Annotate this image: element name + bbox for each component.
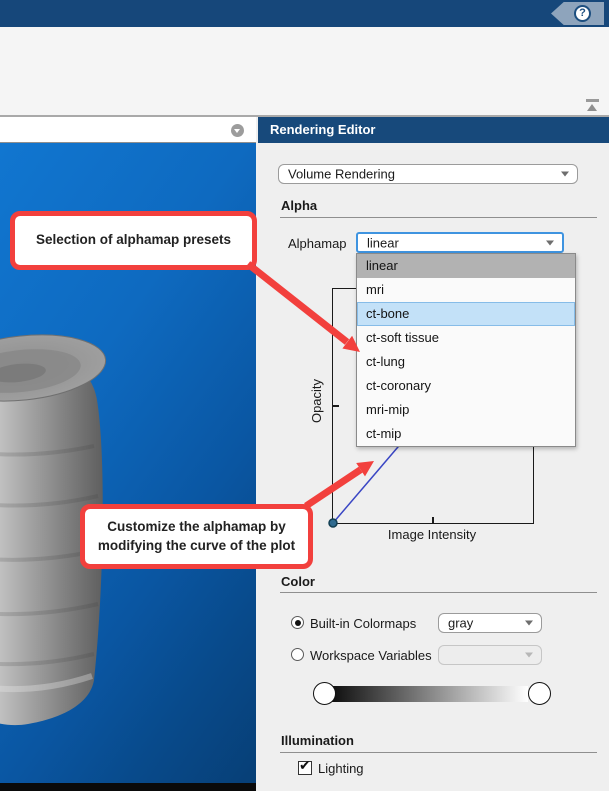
builtin-colormaps-radio[interactable] [291, 616, 304, 629]
option-mri-mip[interactable]: mri-mip [357, 398, 575, 422]
toolstrip-collapsed-area [0, 27, 609, 117]
check-icon: ✔ [299, 758, 311, 774]
option-ct-lung[interactable]: ct-lung [357, 350, 575, 374]
alphamap-value: linear [367, 235, 399, 250]
illumination-section-rule [280, 752, 597, 753]
help-icon[interactable]: ? [574, 5, 591, 22]
chevron-up-icon [587, 104, 597, 111]
colormap-dropdown[interactable]: gray [438, 613, 542, 633]
collapse-bar [586, 99, 599, 102]
callout-alphamap-presets: Selection of alphamap presets [10, 211, 257, 270]
x-axis-tick [432, 517, 434, 523]
radio-dot [294, 619, 301, 626]
option-ct-mip[interactable]: ct-mip [357, 422, 575, 446]
y-axis-tick [333, 405, 339, 407]
rendering-editor-header: Rendering Editor [258, 117, 609, 143]
viewer-bottom-edge [0, 783, 256, 791]
plot-ylabel: Opacity [309, 378, 324, 424]
chevron-down-icon [525, 620, 533, 626]
plot-xlabel: Image Intensity [387, 527, 477, 542]
rendering-mode-value: Volume Rendering [288, 166, 395, 182]
chevron-down-icon[interactable] [231, 124, 244, 137]
gradient-handle-left[interactable] [313, 682, 336, 705]
gradient-handle-right[interactable] [528, 682, 551, 705]
color-section-rule [280, 592, 597, 593]
callout-text: Selection of alphamap presets [35, 232, 232, 248]
callout-text-line2: modifying the curve of the plot [97, 537, 296, 553]
lighting-checkbox[interactable]: ✔ [298, 758, 312, 775]
rendering-mode-dropdown[interactable]: Volume Rendering [278, 164, 578, 184]
illumination-section-title: Illumination [281, 733, 354, 748]
workspace-variable-dropdown [438, 645, 542, 665]
chevron-down-icon [546, 240, 554, 245]
chevron-glyph [234, 129, 240, 133]
collapse-toolstrip-icon[interactable] [586, 99, 599, 111]
workspace-variables-radio[interactable] [291, 648, 304, 661]
option-ct-bone[interactable]: ct-bone [357, 302, 575, 326]
colormap-value: gray [448, 615, 474, 631]
alphamap-label: Alphamap [288, 236, 347, 251]
lighting-label: Lighting [318, 761, 364, 776]
option-ct-coronary[interactable]: ct-coronary [357, 374, 575, 398]
option-mri[interactable]: mri [357, 278, 575, 302]
workspace-variables-label: Workspace Variables [310, 648, 432, 663]
builtin-colormaps-label: Built-in Colormaps [310, 616, 417, 631]
app-title-bar [0, 0, 609, 27]
alphamap-options-list: linear mri ct-bone ct-soft tissue ct-lun… [356, 253, 576, 447]
callout-customize-curve: Customize the alphamap by modifying the … [80, 504, 313, 569]
option-linear[interactable]: linear [357, 254, 575, 278]
alphamap-dropdown[interactable]: linear [356, 232, 564, 253]
alpha-section-rule [280, 217, 597, 218]
color-section-title: Color [281, 574, 315, 589]
viewer-title-bar [0, 117, 256, 143]
callout-text-line1: Customize the alphamap by [107, 518, 286, 534]
chevron-down-icon [525, 652, 533, 658]
alpha-section-title: Alpha [281, 198, 318, 213]
chevron-down-icon [561, 171, 569, 177]
option-ct-soft-tissue[interactable]: ct-soft tissue [357, 326, 575, 350]
curve-control-point [328, 518, 338, 528]
colormap-gradient-bar[interactable] [320, 686, 528, 702]
